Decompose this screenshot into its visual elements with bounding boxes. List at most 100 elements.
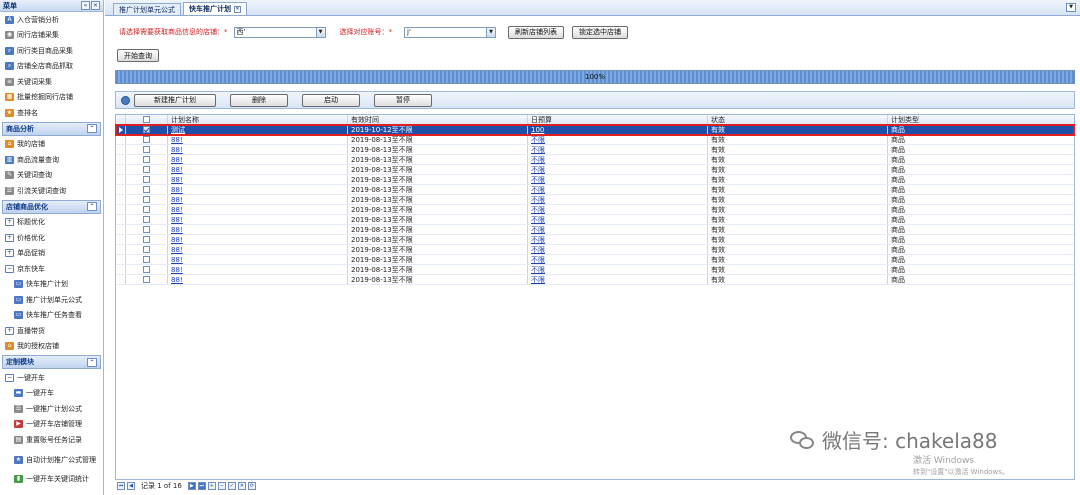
chevron-up-icon[interactable]: ⌃ [87,357,97,367]
sidebar-item[interactable]: ≡ 关键词采集 [0,74,103,90]
select-all-header[interactable] [126,115,168,124]
cell-name[interactable]: 88! [168,165,348,174]
add-record-icon[interactable]: + [207,482,216,490]
budget-link[interactable]: 不限 [531,165,545,174]
row-checkbox[interactable] [143,206,150,213]
cell-name[interactable]: 88! [168,145,348,154]
cell-budget[interactable]: 不限 [528,165,708,174]
sidebar-item[interactable]: ◉ 同行店铺采集 [0,28,103,44]
row-checkbox[interactable] [143,166,150,173]
cell-budget[interactable]: 不限 [528,235,708,244]
row-checkbox[interactable] [143,156,150,163]
budget-link[interactable]: 不限 [531,255,545,264]
row-select-cell[interactable] [126,175,168,184]
budget-link[interactable]: 不限 [531,145,545,154]
start-button[interactable]: 启动 [302,93,360,107]
row-checkbox[interactable] [143,126,150,133]
confirm-icon[interactable]: ✓ [227,482,236,490]
row-checkbox[interactable] [143,176,150,183]
row-select-cell[interactable] [126,235,168,244]
close-icon[interactable]: ✕ [234,5,241,13]
sidebar-section-header[interactable]: 定制模块 ⌃ [2,355,101,369]
sidebar-section-header[interactable]: 商品分析 ⌃ [2,121,101,136]
sidebar-item[interactable]: − 京东快车 [0,261,103,277]
row-checkbox[interactable] [143,236,150,243]
cell-budget[interactable]: 不限 [528,245,708,254]
table-row[interactable]: 88! 2019-08-13至不限 不限 有效 商品 [116,235,1074,245]
cell-budget[interactable]: 不限 [528,255,708,264]
sidebar-item[interactable]: ⌕ 同行类目商品采集 [0,43,103,59]
cell-name[interactable]: 88! [168,205,348,214]
plan-name-link[interactable]: 88! [171,246,183,254]
row-checkbox[interactable] [143,276,150,283]
row-select-cell[interactable] [126,225,168,234]
chevron-up-icon[interactable]: ⌃ [87,202,97,211]
row-select-cell[interactable] [126,215,168,224]
lock-shop-button[interactable]: 锁定选中店铺 [572,25,628,39]
row-checkbox[interactable] [143,246,150,253]
header-name[interactable]: 计划名称 [168,115,348,124]
header-type[interactable]: 计划类型 [888,115,1074,124]
row-select-cell[interactable] [126,165,168,174]
select-all-checkbox[interactable] [143,116,150,123]
row-checkbox[interactable] [143,256,150,263]
table-row[interactable]: 88! 2019-08-13至不限 不限 有效 商品 [116,265,1074,275]
cell-budget[interactable]: 不限 [528,175,708,184]
new-plan-button[interactable]: 新建推广计划 [134,93,216,107]
cell-name[interactable]: 88! [168,175,348,184]
row-select-cell[interactable] [126,125,168,134]
prev-page-icon[interactable]: ◀ [127,482,135,490]
delete-button[interactable]: 删除 [230,93,288,107]
cell-budget[interactable]: 不限 [528,275,708,284]
tab-express-plan[interactable]: 快车推广计划 ✕ [183,2,247,15]
row-select-cell[interactable] [126,265,168,274]
sidebar-item[interactable]: + 价格优化 [0,230,103,246]
budget-link[interactable]: 不限 [531,245,545,254]
sidebar-item[interactable]: ▮ 一键开车关键词统计 [0,472,103,488]
remove-record-icon[interactable]: − [217,482,226,490]
cell-name[interactable]: 88! [168,225,348,234]
cell-name[interactable]: 88! [168,215,348,224]
plan-name-link[interactable]: 88! [171,226,183,234]
budget-link[interactable]: 不限 [531,275,545,284]
cell-budget[interactable]: 不限 [528,265,708,274]
plan-name-link[interactable]: 88! [171,196,183,204]
budget-link[interactable]: 不限 [531,205,545,214]
table-row[interactable]: 88! 2019-08-13至不限 不限 有效 商品 [116,255,1074,265]
budget-link[interactable]: 不限 [531,225,545,234]
sidebar-item[interactable]: ▭ 快车推广计划 [0,277,103,293]
plan-name-link[interactable]: 88! [171,156,183,164]
cell-budget[interactable]: 不限 [528,185,708,194]
plan-name-link[interactable]: 88! [171,266,183,274]
cell-name[interactable]: 88! [168,235,348,244]
table-row[interactable]: 88! 2019-08-13至不限 不限 有效 商品 [116,195,1074,205]
sidebar-item[interactable]: ⌂ 我的授权店铺 [0,339,103,355]
last-page-icon[interactable]: ⏭ [197,482,206,490]
sidebar-item[interactable]: ⌂ 我的店铺 [0,137,103,153]
cell-budget[interactable]: 100 [528,125,708,134]
table-row[interactable]: 测试 2019-10-12至不限 100 有效 商品 [115,124,1075,136]
next-page-icon[interactable]: ▶ [187,482,196,490]
cell-name[interactable]: 88! [168,275,348,284]
cell-budget[interactable]: 不限 [528,215,708,224]
plan-name-link[interactable]: 88! [171,216,183,224]
cancel-icon[interactable]: ✕ [237,482,246,490]
table-row[interactable]: 88! 2019-08-13至不限 不限 有效 商品 [116,145,1074,155]
sidebar-section-header[interactable]: 店铺商品优化 ⌃ [2,199,101,214]
budget-link[interactable]: 不限 [531,155,545,164]
cell-name[interactable]: 88! [168,265,348,274]
budget-link[interactable]: 不限 [531,265,545,274]
row-select-cell[interactable] [126,155,168,164]
cell-name[interactable]: 88! [168,255,348,264]
plan-name-link[interactable]: 88! [171,186,183,194]
row-select-cell[interactable] [126,185,168,194]
budget-link[interactable]: 不限 [531,235,545,244]
row-select-cell[interactable] [126,195,168,204]
row-select-cell[interactable] [126,145,168,154]
cell-budget[interactable]: 不限 [528,135,708,144]
cell-budget[interactable]: 不限 [528,225,708,234]
row-select-cell[interactable] [126,275,168,284]
table-row[interactable]: 88! 2019-08-13至不限 不限 有效 商品 [116,135,1074,145]
tab-unit-formula[interactable]: 推广计划单元公式 [113,3,181,15]
sidebar-close-button[interactable]: ✕ [91,1,100,10]
